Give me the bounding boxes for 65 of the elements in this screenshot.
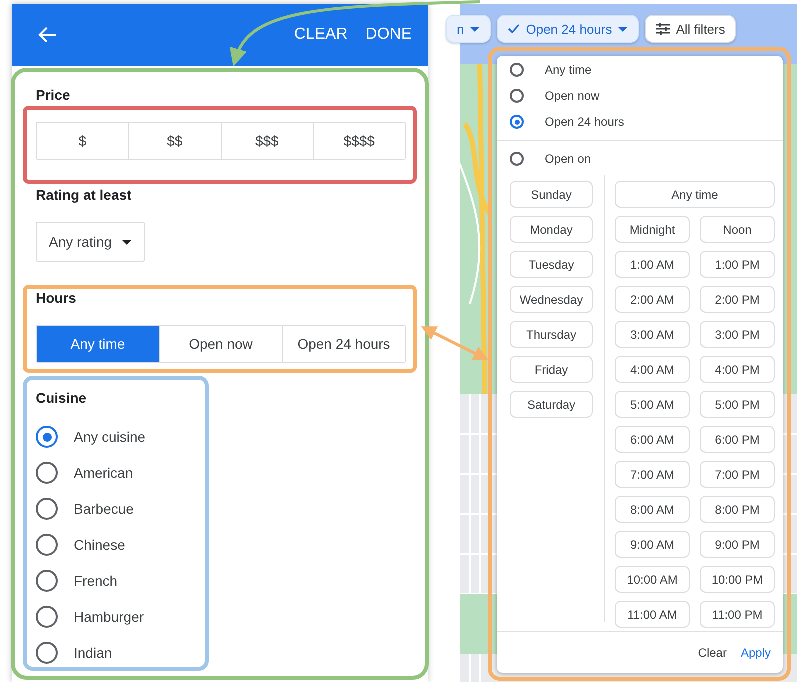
time-button[interactable]: 9:00 AM	[615, 531, 690, 558]
time-button[interactable]: 4:00 AM	[615, 356, 690, 383]
apply-button[interactable]: Apply	[734, 642, 777, 664]
section-title: Cuisine	[36, 390, 87, 406]
day-button[interactable]: Thursday	[510, 321, 593, 348]
section-title: Rating at least	[36, 187, 132, 203]
time-button[interactable]: 4:00 PM	[700, 356, 775, 383]
day-button[interactable]: Wednesday	[510, 286, 593, 313]
hours-option[interactable]: Any time	[510, 62, 783, 78]
back-arrow-icon[interactable]	[38, 25, 58, 45]
time-button[interactable]: Noon	[700, 216, 775, 243]
time-button[interactable]: 10:00 PM	[700, 566, 775, 593]
time-button[interactable]: 8:00 AM	[615, 496, 690, 523]
annotation-arrow	[421, 326, 489, 360]
caret-icon	[122, 240, 132, 244]
cuisine-option[interactable]: French	[36, 569, 146, 593]
cuisine-option[interactable]: Any cuisine	[36, 425, 146, 449]
time-button[interactable]: 1:00 AM	[615, 251, 690, 278]
day-button[interactable]: Saturday	[510, 391, 593, 418]
hours-option[interactable]: Open now	[510, 88, 783, 104]
open-on-option[interactable]: Open on	[510, 151, 783, 167]
clear-button[interactable]: Clear	[692, 642, 733, 664]
cuisine-option[interactable]: Barbecue	[36, 497, 146, 521]
sliders-icon	[656, 23, 670, 35]
filter-chip[interactable]: Open 24 hours	[497, 15, 640, 43]
time-button[interactable]: Midnight	[615, 216, 690, 243]
day-button[interactable]: Friday	[510, 356, 593, 383]
header-action-button[interactable]: CLEAR	[292, 24, 350, 46]
caret-icon	[470, 26, 480, 32]
time-button[interactable]: 3:00 AM	[615, 321, 690, 348]
header-action-button[interactable]: DONE	[364, 24, 414, 46]
rating-dropdown[interactable]: Any rating	[36, 222, 146, 262]
hours-option[interactable]: Open 24 hours	[510, 114, 783, 130]
cuisine-option[interactable]: Chinese	[36, 533, 146, 557]
price-option[interactable]: $$$$	[312, 123, 405, 159]
day-button[interactable]: Monday	[510, 216, 593, 243]
time-button[interactable]: 6:00 AM	[615, 426, 690, 453]
time-button[interactable]: 5:00 PM	[700, 391, 775, 418]
caret-icon	[618, 26, 628, 32]
hours-option[interactable]: Open 24 hours	[282, 326, 405, 362]
time-button[interactable]: 3:00 PM	[700, 321, 775, 348]
any-time-button[interactable]: Any time	[615, 181, 775, 208]
cuisine-option[interactable]: Indian	[36, 641, 146, 665]
time-button[interactable]: 9:00 PM	[700, 531, 775, 558]
time-button[interactable]: 5:00 AM	[615, 391, 690, 418]
cuisine-option[interactable]: American	[36, 461, 146, 485]
filter-chip[interactable]: n	[446, 15, 492, 43]
day-button[interactable]: Tuesday	[510, 251, 593, 278]
hours-option[interactable]: Any time	[37, 326, 159, 362]
time-button[interactable]: 10:00 AM	[615, 566, 690, 593]
time-button[interactable]: 2:00 PM	[700, 286, 775, 313]
time-button[interactable]: 7:00 PM	[700, 461, 775, 488]
day-button[interactable]: Sunday	[510, 181, 593, 208]
time-button[interactable]: 1:00 PM	[700, 251, 775, 278]
section-title: Price	[36, 87, 70, 103]
filter-chip[interactable]: All filters	[645, 15, 736, 43]
time-button[interactable]: 2:00 AM	[615, 286, 690, 313]
check-icon	[508, 24, 520, 34]
time-button[interactable]: 6:00 PM	[700, 426, 775, 453]
time-button[interactable]: 11:00 PM	[700, 601, 775, 628]
cuisine-option[interactable]: Hamburger	[36, 605, 146, 629]
time-button[interactable]: 7:00 AM	[615, 461, 690, 488]
section-title: Hours	[36, 290, 76, 306]
time-button[interactable]: 11:00 AM	[615, 601, 690, 628]
time-button[interactable]: 8:00 PM	[700, 496, 775, 523]
